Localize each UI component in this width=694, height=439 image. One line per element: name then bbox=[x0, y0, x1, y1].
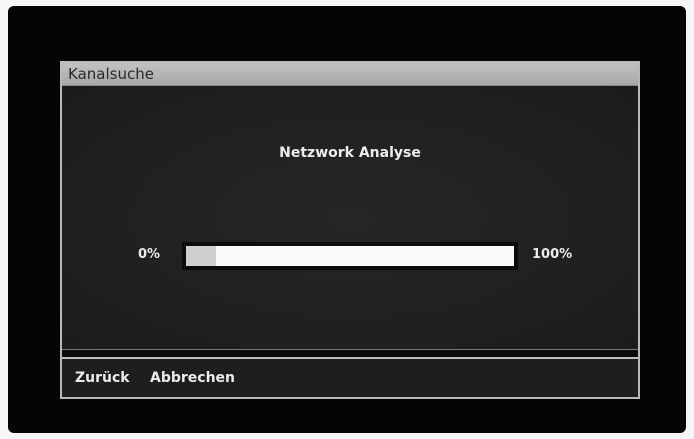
channel-search-dialog: Kanalsuche Netzwork Analyse 0% 100% Zurü… bbox=[60, 61, 640, 399]
back-button[interactable]: Zurück bbox=[75, 370, 130, 386]
dialog-content: Netzwork Analyse 0% 100% bbox=[62, 87, 638, 349]
dialog-footer: Zurück Abbrechen bbox=[62, 359, 638, 397]
progress-max-label: 100% bbox=[532, 247, 573, 262]
status-heading: Netzwork Analyse bbox=[279, 145, 421, 161]
progress-min-label: 0% bbox=[138, 247, 161, 262]
cancel-button[interactable]: Abbrechen bbox=[150, 370, 235, 386]
tv-screen: Kanalsuche Netzwork Analyse 0% 100% Zurü… bbox=[8, 6, 686, 433]
progress-fill bbox=[186, 246, 216, 266]
progress-bar bbox=[182, 242, 518, 270]
footer-divider bbox=[62, 349, 638, 359]
progress-track bbox=[186, 246, 514, 266]
dialog-title: Kanalsuche bbox=[62, 63, 638, 86]
